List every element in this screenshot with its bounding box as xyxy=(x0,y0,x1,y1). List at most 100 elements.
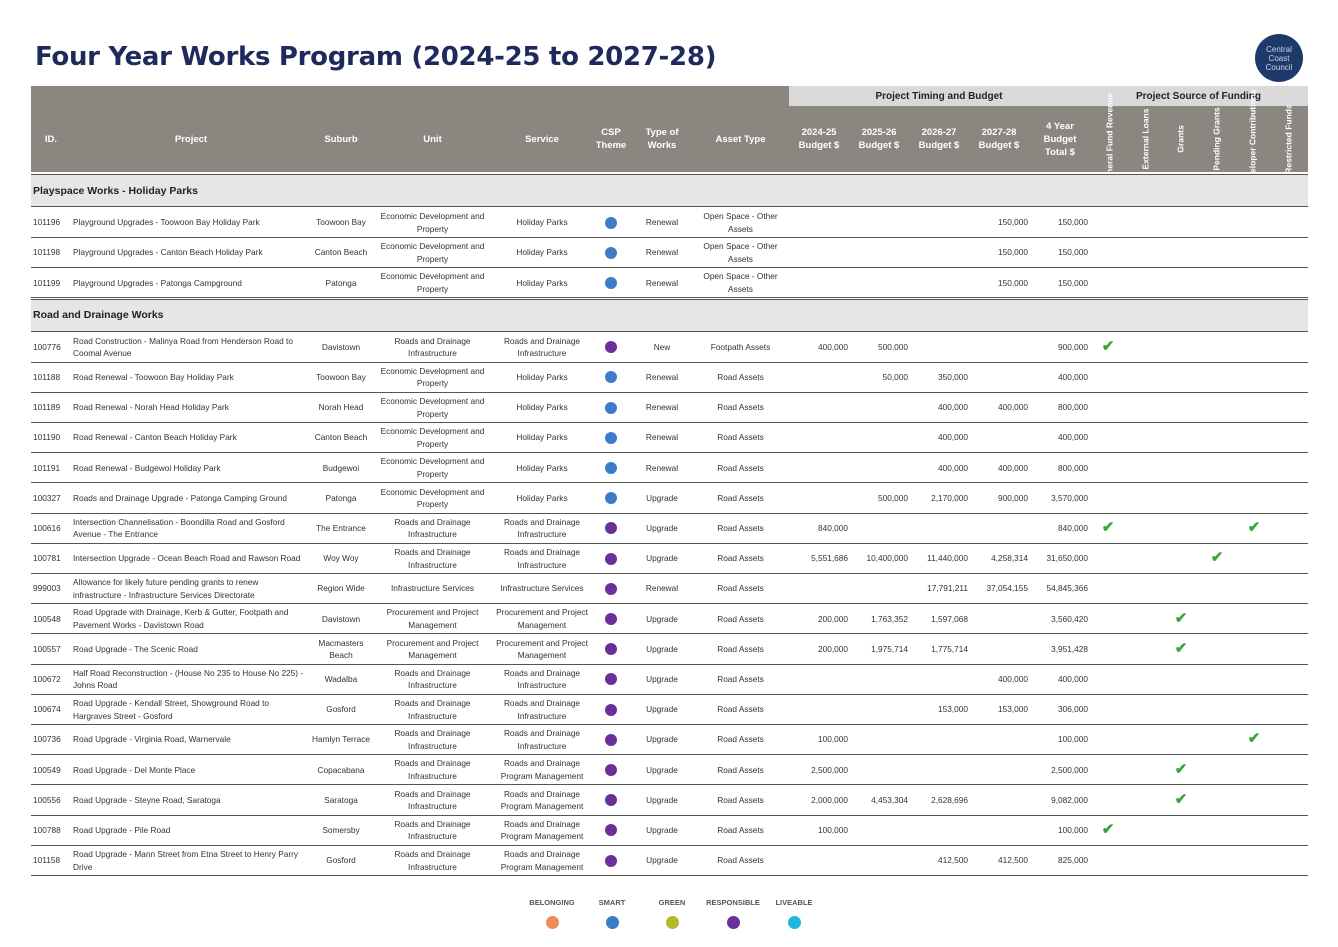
cell-y2 xyxy=(855,238,908,267)
col-header-developer-contributions: Developer Contributions xyxy=(1235,89,1271,188)
col-header-csp-theme: CSP Theme xyxy=(595,127,627,151)
cell-id: 100672 xyxy=(33,674,61,685)
table-row: 100548 Road Upgrade with Drainage, Kerb &… xyxy=(31,604,1308,635)
cell-y1 xyxy=(795,393,848,422)
cell-project: Road Renewal - Toowoon Bay Holiday Park xyxy=(73,372,234,383)
cell-total: 400,000 xyxy=(1058,372,1088,383)
cell-unit: Economic Development and Property xyxy=(380,456,485,479)
cell-suburb: Saratoga xyxy=(324,794,358,805)
col-header-pending-grants-label: Pending Grants xyxy=(1212,107,1223,171)
cell-asset: Road Assets xyxy=(717,643,764,654)
col-header-restricted-funds-label: Restricted Funds xyxy=(1284,104,1294,174)
cell-y2: 500,000 xyxy=(878,492,908,503)
cell-service: Roads and Drainage Program Management xyxy=(500,849,584,872)
cell-id: 100781 xyxy=(33,553,61,564)
table-row: 100616 Intersection Channelisation - Boon… xyxy=(31,514,1308,544)
cell-project: Road Upgrade - Kendall Street, Showgroun… xyxy=(73,698,270,721)
legend-dot-icon xyxy=(727,916,740,929)
cell-total: 800,000 xyxy=(1058,462,1088,473)
cell-project: Playground Upgrades - Canton Beach Holid… xyxy=(73,247,263,258)
cell-id: 101158 xyxy=(33,855,61,866)
cell-id: 100788 xyxy=(33,825,61,836)
cell-type: Upgrade xyxy=(646,734,678,745)
cell-project: Roads and Drainage Upgrade - Patonga Cam… xyxy=(73,492,288,503)
theme-dot-icon xyxy=(605,824,617,837)
cell-csp-theme xyxy=(590,665,632,694)
col-header-asset-type: Asset Type xyxy=(715,133,766,145)
cell-y3: 412,500 xyxy=(938,855,968,866)
cell-csp-theme xyxy=(590,363,632,392)
cell-csp-theme xyxy=(590,238,632,267)
cell-service: Roads and Drainage Infrastructure xyxy=(503,698,581,721)
cell-unit: Roads and Drainage Infrastructure xyxy=(394,335,471,359)
cell-project: Road Upgrade - Steyne Road, Saratoga xyxy=(73,794,221,805)
cell-project: Intersection Upgrade - Ocean Beach Road … xyxy=(73,553,301,564)
cell-asset: Road Assets xyxy=(717,855,764,866)
cell-y1 xyxy=(795,846,848,875)
col-header-type-of-works: Type of Works xyxy=(645,127,679,151)
cell-unit: Infrastructure Services xyxy=(391,583,474,594)
cell-y2 xyxy=(855,268,908,297)
cell-type: Renewal xyxy=(645,277,679,288)
section-header: Road and Drainage Works xyxy=(31,298,1308,332)
cell-csp-theme xyxy=(590,846,632,875)
table-row: 999003 Allowance for likely future pendin… xyxy=(31,574,1308,605)
cell-project: Road Upgrade - Del Monte Place xyxy=(73,764,196,775)
theme-dot-icon xyxy=(605,492,617,505)
cell-y3 xyxy=(915,238,968,267)
cell-y2 xyxy=(855,453,908,482)
theme-dot-icon xyxy=(605,703,617,716)
cell-y4 xyxy=(975,816,1028,845)
theme-dot-icon xyxy=(605,461,617,474)
cell-project: Road Upgrade - Mann Street from Etna Str… xyxy=(73,849,299,872)
cell-y4 xyxy=(975,786,1028,815)
legend-dot-icon xyxy=(788,916,801,929)
cell-suburb: Toowoon Bay xyxy=(316,217,366,228)
cell-service: Holiday Parks xyxy=(516,492,568,503)
col-header-pending-grants: Pending Grants xyxy=(1199,106,1235,172)
cell-type: Upgrade xyxy=(646,825,678,836)
cell-unit: Economic Development and Property xyxy=(380,486,485,510)
table-row: 100672 Half Road Reconstruction - (House … xyxy=(31,665,1308,695)
cell-suburb: Canton Beach xyxy=(314,247,368,258)
cell-service: Holiday Parks xyxy=(516,372,568,383)
cell-y1: 200,000 xyxy=(818,643,848,654)
legend-dot-icon xyxy=(606,916,619,929)
cell-service: Roads and Drainage Program Management xyxy=(500,788,584,812)
cell-y2 xyxy=(855,514,908,543)
cell-y2: 4,453,304 xyxy=(871,794,908,805)
table-row: 101198 Playground Upgrades - Canton Beach… xyxy=(31,238,1308,269)
cell-type: Renewal xyxy=(645,462,679,473)
cell-suburb: Somersby xyxy=(322,825,360,836)
cell-y4: 400,000 xyxy=(998,462,1028,473)
cell-suburb: Davistown xyxy=(321,613,361,624)
cell-unit: Economic Development and Property xyxy=(380,241,485,264)
cell-asset: Road Assets xyxy=(717,372,764,383)
table-row: 101196 Playground Upgrades - Toowoon Bay … xyxy=(31,208,1308,238)
legend-dot-icon xyxy=(666,916,679,929)
cell-unit: Economic Development and Property xyxy=(380,271,485,294)
cell-suburb: Woy Woy xyxy=(323,553,359,564)
theme-dot-icon xyxy=(605,612,617,625)
cell-project: Road Renewal - Norah Head Holiday Park xyxy=(73,402,229,413)
cell-type: Renewal xyxy=(645,402,679,413)
theme-dot-icon xyxy=(605,552,617,565)
cell-type: Upgrade xyxy=(646,523,678,534)
cell-unit: Roads and Drainage Infrastructure xyxy=(394,516,471,540)
cell-project: Playground Upgrades - Patonga Campground xyxy=(73,277,242,288)
cell-service: Roads and Drainage Program Management xyxy=(500,758,584,781)
col-header-4yr-total: 4 Year Budget Total $ xyxy=(1043,120,1077,158)
cell-suburb: Wadalba xyxy=(324,674,358,685)
cell-type: Upgrade xyxy=(646,855,678,866)
cell-y2: 1,975,714 xyxy=(871,643,908,654)
cell-service: Roads and Drainage Infrastructure xyxy=(503,516,581,540)
cell-unit: Procurement and Project Management xyxy=(386,607,479,630)
cell-total: 3,560,420 xyxy=(1051,613,1088,624)
cell-y4: 400,000 xyxy=(998,402,1028,413)
cell-project: Road Construction - Malinya Road from He… xyxy=(73,335,293,359)
legend-dot-icon xyxy=(546,916,559,929)
cell-asset: Road Assets xyxy=(717,613,764,624)
table-row: 101188 Road Renewal - Toowoon Bay Holiday… xyxy=(31,363,1308,393)
theme-dot-icon xyxy=(605,341,617,354)
funding-check-icon: ✔ xyxy=(1101,337,1115,355)
